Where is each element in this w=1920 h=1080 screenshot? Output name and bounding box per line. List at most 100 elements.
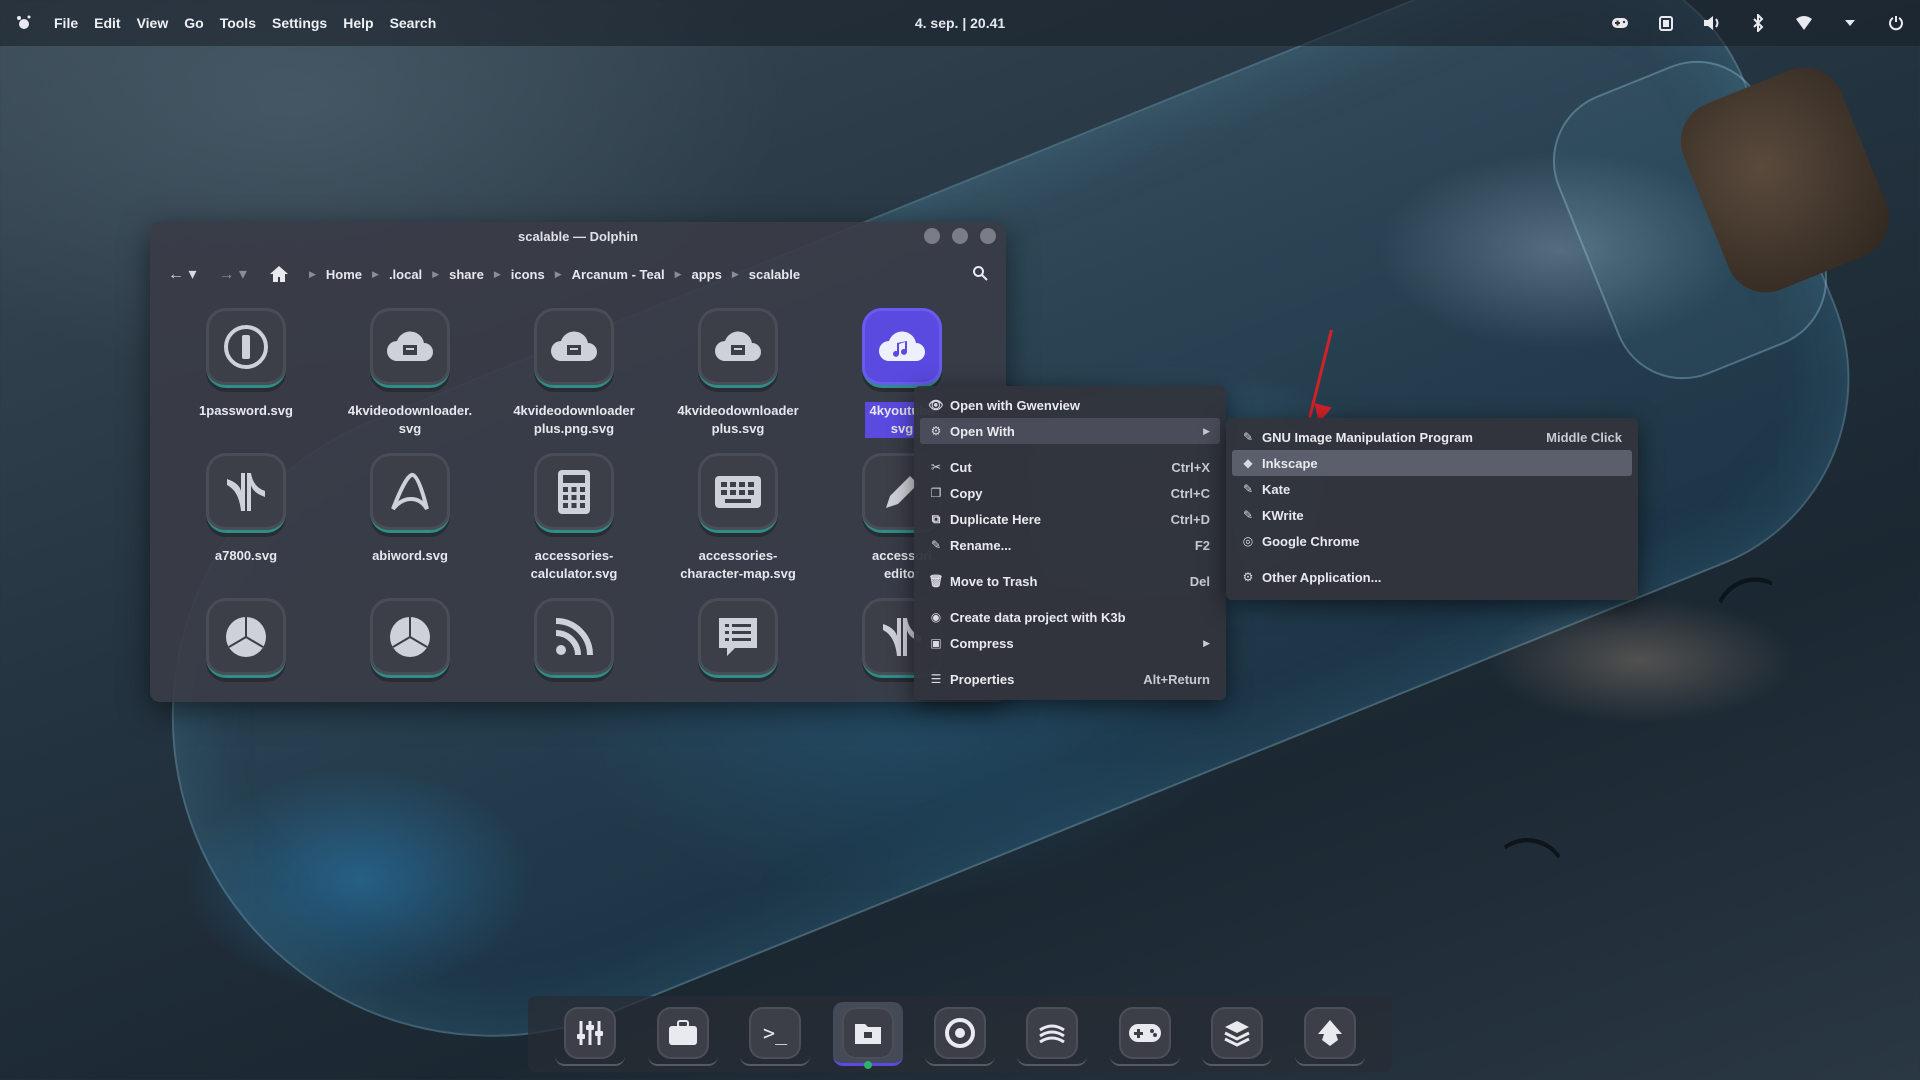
submenu-kwrite[interactable]: ✎ KWrite xyxy=(1232,502,1632,528)
menu-go[interactable]: Go xyxy=(176,15,211,31)
power-icon[interactable] xyxy=(1886,13,1906,33)
terminal-icon: >_ xyxy=(749,1007,802,1059)
dock-gamepad[interactable] xyxy=(1109,1002,1180,1066)
dock-terminal[interactable]: >_ xyxy=(740,1002,811,1066)
rss-icon xyxy=(534,598,614,678)
menu-create-k3b-project[interactable]: ◉ Create data project with K3b xyxy=(920,604,1220,630)
submenu-kate[interactable]: ✎ Kate xyxy=(1232,476,1632,502)
menu-move-to-trash[interactable]: 🗑 Move to Trash Del xyxy=(920,568,1220,594)
file-name: 1password.svg xyxy=(199,403,293,418)
dock-mixer[interactable] xyxy=(555,1002,626,1066)
search-icon[interactable] xyxy=(972,265,988,284)
minimize-button[interactable] xyxy=(924,228,940,244)
terminal-prompt: >_ xyxy=(763,1021,788,1045)
menu-compress[interactable]: ▣ Compress ▶ xyxy=(920,630,1220,656)
menu-open-with-gwenview[interactable]: 👁 Open with Gwenview xyxy=(920,392,1220,418)
file-item[interactable] xyxy=(164,598,328,702)
breadcrumb-arcanum-teal[interactable]: Arcanum - Teal xyxy=(572,267,665,282)
menu-file[interactable]: File xyxy=(46,15,86,31)
menu-properties[interactable]: ☰ Properties Alt+Return xyxy=(920,666,1220,692)
breadcrumb-scalable[interactable]: scalable xyxy=(749,267,800,282)
menu-open-with[interactable]: ⚙ Open With ▶ xyxy=(920,418,1220,444)
file-item[interactable]: accessories- calculator.svg xyxy=(492,453,656,586)
open-with-submenu: ✎ GNU Image Manipulation Program Middle … xyxy=(1226,418,1638,600)
mixer-icon xyxy=(564,1007,617,1059)
file-item[interactable]: accessories- character-map.svg xyxy=(656,453,820,586)
menu-edit[interactable]: Edit xyxy=(86,15,128,31)
back-button[interactable]: ← ▾ xyxy=(168,264,196,284)
context-menu: 👁 Open with Gwenview ⚙ Open With ▶ ✂ Cut… xyxy=(914,386,1226,700)
menu-tools[interactable]: Tools xyxy=(212,15,264,31)
file-item[interactable] xyxy=(656,598,820,702)
submenu-inkscape[interactable]: ◆ Inkscape xyxy=(1232,450,1632,476)
dock-rss[interactable] xyxy=(1017,1002,1088,1066)
volume-icon[interactable] xyxy=(1702,13,1722,33)
apps-icon: ⚙ xyxy=(1242,570,1254,584)
menu-item-label: Duplicate Here xyxy=(950,511,1042,527)
dock-chrome[interactable] xyxy=(924,1002,995,1066)
file-item[interactable] xyxy=(492,598,656,702)
rename-icon: ✎ xyxy=(930,538,942,552)
folder-icon xyxy=(841,1006,894,1059)
home-icon[interactable] xyxy=(269,265,289,283)
app-launcher-icon[interactable] xyxy=(14,13,34,33)
cloud-download-icon xyxy=(534,308,614,388)
menu-copy[interactable]: ❐ Copy Ctrl+C xyxy=(920,480,1220,506)
chrome-icon: ◎ xyxy=(1242,534,1254,548)
breadcrumb-separator: ▶ xyxy=(308,268,316,279)
window-titlebar[interactable]: scalable — Dolphin xyxy=(150,222,1006,250)
menu-rename[interactable]: ✎ Rename... F2 xyxy=(920,532,1220,558)
dock-inkscape[interactable] xyxy=(1294,1002,1365,1066)
clipboard-icon[interactable] xyxy=(1656,13,1676,33)
copy-icon: ❐ xyxy=(930,486,942,500)
submenu-google-chrome[interactable]: ◎ Google Chrome xyxy=(1232,528,1632,554)
dock-file-manager[interactable] xyxy=(832,1002,903,1069)
file-item[interactable]: 4kvideodownloader plus.svg xyxy=(656,308,820,441)
bluetooth-icon[interactable] xyxy=(1748,13,1768,33)
properties-icon: ☰ xyxy=(930,672,942,686)
file-item[interactable]: 4kvideodownloader plus.png.svg xyxy=(492,308,656,441)
file-name: a7800.svg xyxy=(214,548,278,563)
menu-settings[interactable]: Settings xyxy=(264,15,335,31)
eye-icon: 👁 xyxy=(928,398,944,412)
maximize-button[interactable] xyxy=(952,228,968,244)
chevron-down-icon[interactable] xyxy=(1840,13,1860,33)
inkscape-icon xyxy=(1303,1007,1356,1059)
dock-briefcase[interactable] xyxy=(647,1002,718,1066)
pie-chart-icon xyxy=(206,598,286,678)
breadcrumb-separator: ▶ xyxy=(432,268,440,279)
breadcrumb-icons[interactable]: icons xyxy=(511,267,545,282)
submenu-other-application[interactable]: ⚙ Other Application... xyxy=(1232,564,1632,590)
menu-item-label: Inkscape xyxy=(1262,455,1318,471)
file-item[interactable]: a7800.svg xyxy=(164,453,328,586)
forward-button[interactable]: → ▾ xyxy=(218,264,246,284)
wifi-icon[interactable] xyxy=(1794,13,1814,33)
menu-duplicate-here[interactable]: ⧉ Duplicate Here Ctrl+D xyxy=(920,506,1220,532)
cloud-download-icon xyxy=(370,308,450,388)
breadcrumb-home[interactable]: Home xyxy=(326,267,362,282)
gamepad-icon[interactable] xyxy=(1610,13,1630,33)
breadcrumb-share[interactable]: share xyxy=(449,267,484,282)
submenu-gimp[interactable]: ✎ GNU Image Manipulation Program Middle … xyxy=(1232,424,1632,450)
pencil-icon: ✎ xyxy=(1242,430,1254,444)
menu-view[interactable]: View xyxy=(129,15,177,31)
menu-search[interactable]: Search xyxy=(382,15,445,31)
chevron-right-icon: ▶ xyxy=(1203,637,1210,648)
cloud-music-icon xyxy=(862,308,942,388)
file-name: 4kvideodownloader plus.svg xyxy=(677,403,799,436)
file-name: accessories- calculator.svg xyxy=(530,548,618,581)
file-item[interactable] xyxy=(328,598,492,702)
list-icon xyxy=(698,598,778,678)
file-name: accessories- character-map.svg xyxy=(680,548,796,581)
file-item[interactable]: abiword.svg xyxy=(328,453,492,586)
breadcrumb-local[interactable]: .local xyxy=(389,267,422,282)
file-item[interactable]: 4kvideodownloader. svg xyxy=(328,308,492,441)
file-item[interactable]: 1password.svg xyxy=(164,308,328,441)
breadcrumb-apps[interactable]: apps xyxy=(692,267,722,282)
dock-layers[interactable] xyxy=(1202,1002,1273,1066)
menu-help[interactable]: Help xyxy=(335,15,381,31)
file-grid: 1password.svg 4kvideodownloader. svg 4kv… xyxy=(150,298,1006,702)
menu-cut[interactable]: ✂ Cut Ctrl+X xyxy=(920,454,1220,480)
clock[interactable]: 4. sep. | 20.41 xyxy=(915,15,1005,31)
close-button[interactable] xyxy=(980,228,996,244)
